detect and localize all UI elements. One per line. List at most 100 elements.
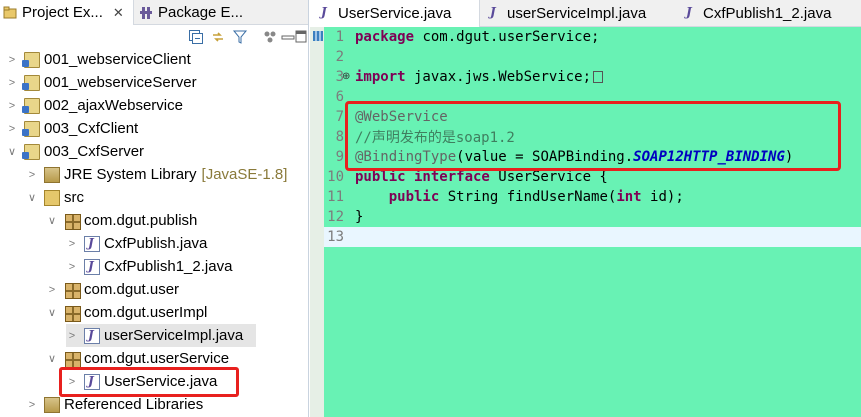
jre-version-label: [JavaSE-1.8] bbox=[201, 166, 288, 183]
code-line: 1 package com.dgut.userService; bbox=[324, 27, 861, 47]
chevron-right-icon[interactable]: > bbox=[26, 169, 38, 181]
package-icon bbox=[64, 304, 81, 322]
tab-package-explorer[interactable]: Package E... bbox=[139, 0, 254, 25]
line-number: 7 bbox=[335, 109, 344, 125]
line-number: 3 bbox=[335, 69, 344, 85]
tree-item-label: 003_CxfServer bbox=[44, 143, 145, 160]
editor-tab-label: UserService.java bbox=[338, 5, 452, 22]
tree-item-label: userServiceImpl.java bbox=[104, 327, 244, 344]
source-folder-icon bbox=[44, 189, 60, 206]
chevron-down-icon[interactable]: ∨ bbox=[46, 215, 58, 227]
project-explorer-panel: Project Ex... ✕ Package E... > 001_webse… bbox=[0, 0, 309, 417]
chevron-down-icon[interactable]: ∨ bbox=[46, 353, 58, 365]
tree-item-002-ajaxwebservice[interactable]: > 002_ajaxWebservice bbox=[6, 94, 183, 117]
chevron-right-icon[interactable]: > bbox=[6, 100, 18, 112]
tree-item-label: Referenced Libraries bbox=[64, 396, 204, 413]
chevron-right-icon[interactable]: > bbox=[26, 399, 38, 411]
code-text: UserService { bbox=[489, 169, 608, 185]
chevron-right-icon[interactable]: > bbox=[46, 284, 58, 296]
tree-item-003-cxfclient[interactable]: > 003_CxfClient bbox=[6, 117, 138, 140]
project-icon bbox=[22, 120, 40, 137]
package-icon bbox=[64, 281, 81, 299]
tab-userservice-java[interactable]: UserService.java bbox=[310, 0, 480, 27]
line-number: 12 bbox=[327, 209, 344, 225]
chevron-right-icon[interactable]: > bbox=[66, 238, 78, 250]
annotation-marker-icon bbox=[313, 31, 323, 41]
line-number: 1 bbox=[335, 29, 344, 45]
chevron-down-icon[interactable]: ∨ bbox=[6, 146, 18, 158]
code-line: 12 } bbox=[324, 207, 861, 227]
java-file-icon bbox=[487, 5, 501, 21]
keyword: int bbox=[616, 189, 642, 205]
tab-project-explorer-label: Project Ex... bbox=[22, 4, 103, 21]
chevron-right-icon[interactable]: > bbox=[66, 261, 78, 273]
tree-item-label: 002_ajaxWebservice bbox=[44, 97, 183, 114]
tree-item-label: com.dgut.publish bbox=[84, 212, 198, 229]
chevron-right-icon[interactable]: > bbox=[6, 54, 18, 66]
project-icon bbox=[22, 74, 40, 91]
code-text: } bbox=[355, 209, 364, 225]
code-line: 2 bbox=[324, 47, 861, 67]
line-number: 8 bbox=[335, 129, 344, 145]
library-icon bbox=[44, 166, 60, 183]
tree-item-003-cxfserver[interactable]: ∨ 003_CxfServer bbox=[6, 140, 144, 163]
tree-item-com-dgut-userimpl[interactable]: ∨ com.dgut.userImpl bbox=[46, 301, 207, 324]
project-icon bbox=[22, 97, 40, 114]
code-line: 3 import javax.jws.WebService; ⊕ bbox=[324, 67, 861, 87]
tree-item-label: CxfPublish.java bbox=[104, 235, 208, 252]
chevron-right-icon[interactable]: > bbox=[6, 123, 18, 135]
tree-item-label: 003_CxfClient bbox=[44, 120, 139, 137]
java-file-icon bbox=[84, 235, 100, 252]
code-line-current: 13 bbox=[324, 227, 861, 247]
maximize-icon[interactable] bbox=[294, 29, 308, 45]
chevron-down-icon[interactable]: ∨ bbox=[46, 307, 58, 319]
java-file-icon bbox=[84, 327, 100, 344]
tree-item-001-webserviceserver[interactable]: > 001_webserviceServer bbox=[6, 71, 197, 94]
chevron-right-icon[interactable]: > bbox=[6, 77, 18, 89]
keyword: public bbox=[388, 189, 440, 205]
tab-project-explorer[interactable]: Project Ex... ✕ bbox=[0, 0, 134, 25]
tab-userserviceimpl-java[interactable]: userServiceImpl.java bbox=[487, 0, 662, 27]
tree-item-label: CxfPublish1_2.java bbox=[104, 258, 233, 275]
package-icon bbox=[64, 350, 81, 368]
code-area[interactable]: 1 package com.dgut.userService; 2 3 impo… bbox=[324, 27, 861, 417]
package-explorer-icon bbox=[139, 6, 153, 20]
tree-item-label: com.dgut.userImpl bbox=[84, 304, 208, 321]
tree-item-src[interactable]: ∨ src bbox=[26, 186, 84, 209]
line-number: 9 bbox=[335, 149, 344, 165]
tree-item-label: JRE System Library bbox=[64, 166, 197, 183]
tree-item-userserviceimpl-java[interactable]: > userServiceImpl.java bbox=[66, 324, 256, 347]
tree-item-cxfpublish-java[interactable]: > CxfPublish.java bbox=[66, 232, 208, 255]
code-text: javax.jws.WebService; bbox=[405, 69, 592, 85]
tree-item-label: com.dgut.user bbox=[84, 281, 180, 298]
link-with-editor-icon[interactable] bbox=[210, 29, 226, 45]
fold-expand-icon[interactable]: ⊕ bbox=[342, 72, 352, 82]
collapse-all-icon[interactable] bbox=[188, 29, 204, 45]
java-interface-icon bbox=[318, 5, 332, 21]
tree-item-com-dgut-publish[interactable]: ∨ com.dgut.publish bbox=[46, 209, 197, 232]
line-number: 13 bbox=[327, 229, 344, 245]
tree-item-001-webserviceclient[interactable]: > 001_webserviceClient bbox=[6, 48, 191, 71]
code-text: id); bbox=[641, 189, 684, 205]
code-text: String findUserName( bbox=[439, 189, 617, 205]
annotation-highlight-box bbox=[59, 367, 239, 397]
java-file-icon bbox=[683, 5, 697, 21]
chevron-right-icon[interactable]: > bbox=[66, 330, 78, 342]
keyword: import bbox=[355, 69, 406, 85]
chevron-down-icon[interactable]: ∨ bbox=[26, 192, 38, 204]
tree-item-cxfpublish1-2-java[interactable]: > CxfPublish1_2.java bbox=[66, 255, 233, 278]
view-toolbar bbox=[0, 25, 308, 49]
folded-code-icon[interactable] bbox=[593, 71, 604, 83]
code-text: com.dgut.userService; bbox=[414, 29, 600, 45]
tab-cxfpublish1-2-java[interactable]: CxfPublish1_2.java bbox=[683, 0, 858, 27]
tree-item-jre-system-library[interactable]: > JRE System Library [JavaSE-1.8] bbox=[26, 163, 288, 186]
annotation-highlight-box bbox=[345, 101, 841, 171]
code-line: 11 public String findUserName(int id); bbox=[324, 187, 861, 207]
tree-item-com-dgut-user[interactable]: > com.dgut.user bbox=[46, 278, 179, 301]
view-tab-bar: Project Ex... ✕ Package E... bbox=[0, 0, 308, 25]
filter-icon[interactable] bbox=[232, 29, 248, 45]
code-editor: UserService.java userServiceImpl.java Cx… bbox=[310, 0, 861, 417]
view-menu-icon[interactable] bbox=[262, 29, 278, 45]
close-icon[interactable]: ✕ bbox=[113, 5, 124, 21]
java-file-icon bbox=[84, 258, 100, 275]
